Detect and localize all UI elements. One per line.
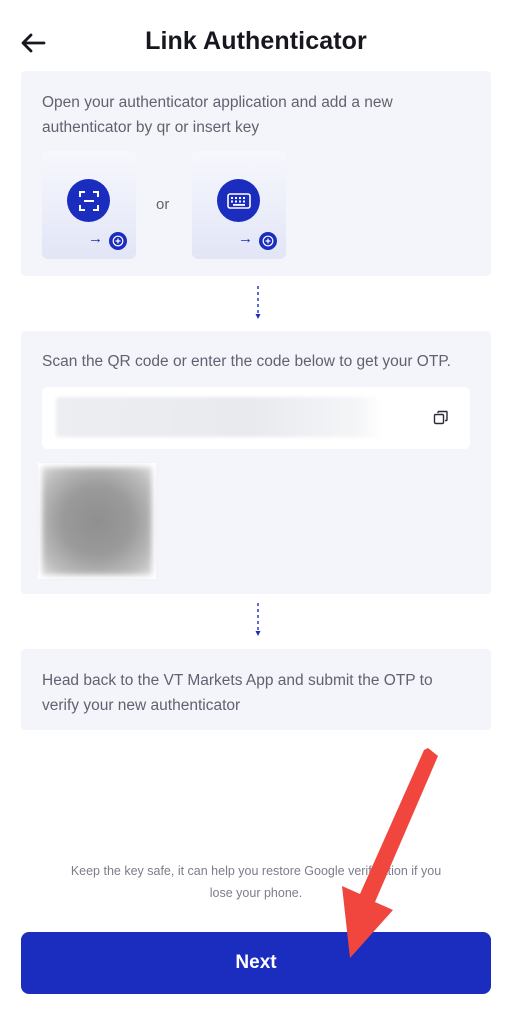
insert-key-option[interactable]: → (192, 151, 286, 259)
next-button[interactable]: Next (21, 932, 491, 994)
step-3-card: Head back to the VT Markets App and subm… (21, 649, 491, 730)
step-3-text: Head back to the VT Markets App and subm… (42, 672, 433, 714)
step-2-card: Scan the QR code or enter the code below… (21, 331, 491, 594)
scan-qr-option[interactable]: → (42, 151, 136, 259)
add-circle-icon (259, 232, 277, 250)
arrow-right-icon: → (238, 230, 253, 247)
qr-scan-icon (67, 179, 110, 222)
qr-code-image (38, 463, 156, 579)
copy-icon[interactable] (433, 410, 449, 426)
step-2-text: Scan the QR code or enter the code below… (42, 353, 451, 370)
secret-key-field[interactable] (42, 387, 470, 449)
step-connector-arrow-icon (255, 603, 261, 639)
step-1-card: Open your authenticator application and … (21, 71, 491, 276)
keyboard-icon (217, 179, 260, 222)
key-safety-note: Keep the key safe, it can help you resto… (70, 864, 442, 900)
or-separator: or (156, 196, 170, 213)
secret-key-value (56, 397, 382, 437)
page-title: Link Authenticator (145, 27, 367, 55)
step-1-text: Open your authenticator application and … (42, 94, 393, 136)
arrow-right-icon: → (88, 230, 103, 247)
step-connector-arrow-icon (255, 286, 261, 322)
add-circle-icon (109, 232, 127, 250)
